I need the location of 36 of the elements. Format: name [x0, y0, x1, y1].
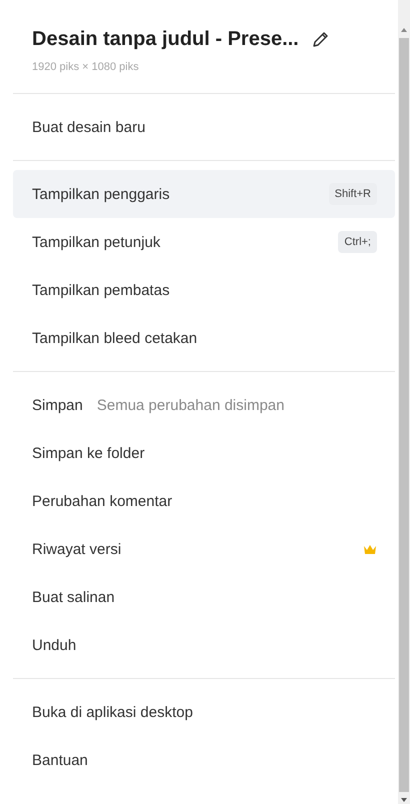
scrollbar-thumb[interactable]	[399, 38, 409, 792]
pencil-icon[interactable]	[310, 30, 329, 48]
menu-item-label: Buat salinan	[32, 588, 115, 606]
save-status: Semua perubahan disimpan	[96, 396, 284, 414]
design-title: Desain tanpa judul - Prese...	[32, 28, 299, 51]
scroll-down-icon[interactable]	[401, 798, 407, 802]
menu-item[interactable]: Buat salinan	[13, 573, 395, 621]
menu-item-label: Perubahan komentar	[32, 492, 172, 510]
shortcut-hint: Ctrl+;	[338, 231, 377, 253]
menu-item-label: Simpan	[32, 396, 83, 414]
shortcut-hint: Shift+R	[328, 183, 377, 205]
menu-item-label: Buat desain baru	[32, 118, 146, 136]
menu-item-label: Riwayat versi	[32, 540, 122, 558]
menu-item[interactable]: Tampilkan pembatas	[13, 266, 395, 314]
menu-item[interactable]: Bantuan	[13, 736, 395, 784]
menu-item[interactable]: Tampilkan penggaris Shift+R	[13, 170, 395, 218]
menu-item-label: Tampilkan petunjuk	[32, 234, 160, 250]
menu-item-label: Tampilkan bleed cetakan	[32, 330, 198, 346]
menu-item-label: Bantuan	[32, 752, 88, 768]
menu-item[interactable]: Simpan ke folder	[13, 429, 395, 477]
menu-item-label: Tampilkan pembatas	[32, 282, 170, 298]
menu-item[interactable]: Buat desain baru	[13, 103, 395, 151]
menu-item[interactable]: Riwayat versi	[13, 525, 395, 573]
scroll-up-icon[interactable]	[401, 28, 407, 32]
menu-item-label: Unduh	[32, 636, 76, 654]
menu-item[interactable]: Perubahan komentar	[13, 477, 395, 525]
menu-item[interactable]: Simpan Semua perubahan disimpan	[13, 381, 395, 429]
menu-item[interactable]: Tampilkan bleed cetakan	[13, 314, 395, 362]
menu-item-label: Buka di aplikasi desktop	[32, 704, 193, 720]
design-dimensions: 1920 piks × 1080 piks	[32, 61, 140, 73]
menu-item[interactable]: Tampilkan petunjuk Ctrl+;	[13, 218, 395, 266]
menu-item[interactable]: Unduh	[13, 621, 395, 669]
menu-item[interactable]: Buka di aplikasi desktop	[13, 688, 395, 736]
scrollbar[interactable]	[398, 0, 410, 804]
menu-item-label: Tampilkan penggaris	[32, 186, 170, 202]
menu-item-label: Simpan ke folder	[32, 444, 145, 462]
